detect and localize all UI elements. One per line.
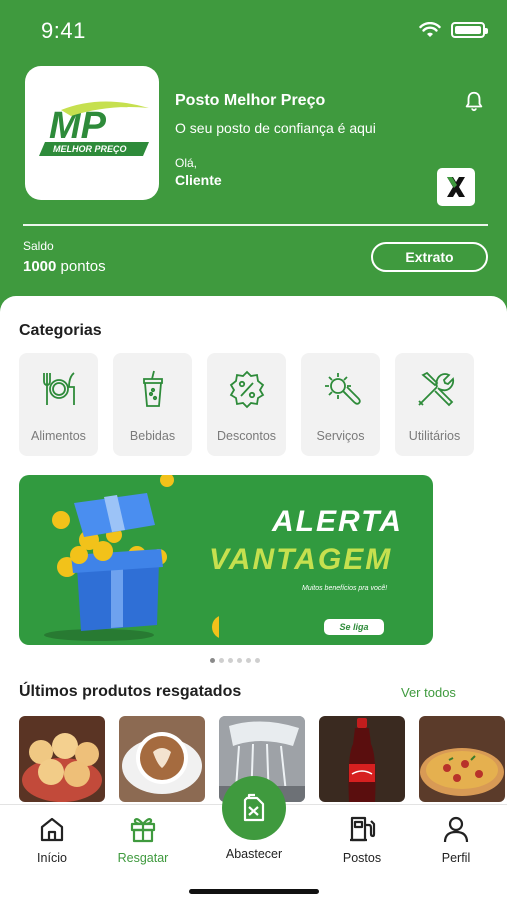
fuel-can-icon: [243, 793, 265, 822]
user-icon: [443, 816, 469, 843]
tab-resgatar[interactable]: Resgatar: [103, 815, 183, 865]
categories-title: Categorias: [19, 322, 102, 339]
fuel-pump-icon: [350, 816, 376, 842]
status-time: 9:41: [41, 18, 86, 43]
banner-subtitle: Muitos benefícios pra você!: [302, 585, 388, 592]
tools-icon: [417, 371, 454, 407]
product-coca-cola[interactable]: [319, 716, 405, 802]
balance-label: Saldo: [23, 239, 54, 253]
abastecer-label: Abastecer: [225, 847, 283, 861]
home-indicator: [189, 889, 319, 894]
abastecer-fab-button[interactable]: [222, 776, 286, 840]
tab-inicio[interactable]: Início: [12, 815, 92, 865]
view-all-link[interactable]: Ver todos: [401, 685, 456, 700]
promo-banner[interactable]: ALERTA VANTAGEM Muitos benefícios pra vo…: [19, 475, 433, 645]
tab-perfil[interactable]: Perfil: [416, 815, 496, 865]
balance-unit: pontos: [60, 258, 106, 275]
carousel-dot[interactable]: [219, 658, 224, 663]
category-label: Descontos: [216, 429, 277, 443]
carousel-indicator: [210, 658, 260, 663]
balance-points: 1000: [23, 258, 57, 275]
tab-postos[interactable]: Postos: [322, 815, 402, 865]
category-bebidas[interactable]: Bebidas: [113, 353, 192, 456]
gear-wrench-icon: [324, 373, 361, 405]
wifi-icon: [419, 22, 441, 37]
categories-list: Alimentos Bebidas Descontos Serviços Uti…: [19, 353, 474, 456]
banner-title-highlight: VANTAGEM: [209, 543, 393, 576]
carousel-dot[interactable]: [255, 658, 260, 663]
tab-label: Postos: [342, 851, 382, 865]
product-pizza[interactable]: [419, 716, 505, 802]
percent-badge-icon: [229, 370, 264, 409]
gift-icon: [130, 818, 156, 843]
balance-value: 1000 pontos: [23, 258, 106, 275]
greeting: Olá,: [175, 156, 198, 170]
banner-title: ALERTA: [272, 505, 403, 538]
recent-products-title: Últimos produtos resgatados: [19, 683, 242, 700]
drink-cup-icon: [142, 370, 163, 407]
category-alimentos[interactable]: Alimentos: [19, 353, 98, 456]
gift-box-coins-illustration: [44, 475, 219, 641]
bottom-tab-bar: Início Resgatar Abastecer Postos Perfil: [0, 776, 507, 900]
product-cappuccino[interactable]: [119, 716, 205, 802]
banner-cta-button[interactable]: Se liga: [324, 619, 384, 635]
category-label: Bebidas: [129, 429, 176, 443]
category-label: Serviços: [316, 429, 365, 443]
header: 9:41 MELHOR PREÇO MP Posto Melhor Preço …: [0, 0, 507, 330]
store-logo: MELHOR PREÇO MP: [25, 66, 159, 200]
bell-icon[interactable]: [463, 90, 485, 112]
customer-name: Cliente: [175, 172, 222, 188]
category-label: Utilitários: [408, 429, 461, 443]
status-icons: [419, 22, 488, 38]
battery-icon: [451, 22, 488, 38]
carousel-dot[interactable]: [228, 658, 233, 663]
category-utilitarios[interactable]: Utilitários: [395, 353, 474, 456]
cutlery-icon: [42, 372, 75, 405]
statement-button[interactable]: Extrato: [371, 242, 488, 272]
tab-label: Perfil: [441, 851, 471, 865]
tab-label: Início: [37, 851, 67, 865]
store-tagline: O seu posto de confiança é aqui: [175, 120, 376, 136]
carousel-dot[interactable]: [237, 658, 242, 663]
header-divider: [23, 224, 488, 226]
category-label: Alimentos: [31, 429, 86, 443]
carousel-dot-active[interactable]: [210, 658, 215, 663]
home-icon: [40, 817, 64, 842]
category-servicos[interactable]: Serviços: [301, 353, 380, 456]
tab-label: Resgatar: [117, 851, 169, 865]
main-content: Categorias Alimentos Bebidas Descontos S…: [0, 296, 507, 816]
category-descontos[interactable]: Descontos: [207, 353, 286, 456]
carousel-dot[interactable]: [246, 658, 251, 663]
x-app-icon[interactable]: [437, 168, 475, 206]
product-pao-de-queijo[interactable]: [19, 716, 105, 802]
store-name: Posto Melhor Preço: [175, 92, 326, 109]
